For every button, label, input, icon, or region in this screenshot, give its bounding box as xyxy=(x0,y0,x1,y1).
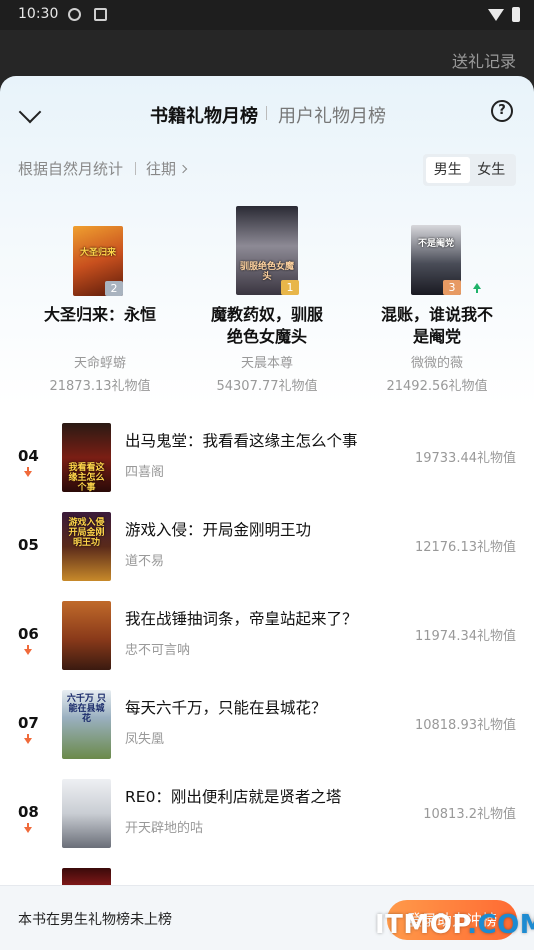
past-periods-link[interactable]: 往期 xyxy=(146,158,188,179)
gift-value: 10818.93礼物值 xyxy=(414,718,516,733)
gift-value: 19733.44礼物值 xyxy=(414,451,516,466)
book-title-line: 是阉党 xyxy=(412,327,461,346)
filter-bar: 根据自然月统计 往期 男生 女生 xyxy=(0,150,534,186)
cover-art xyxy=(62,601,111,670)
cover-title: 不是阉党 xyxy=(417,239,454,249)
list-item[interactable]: 08 RE0：刚出便利店就是贤者之塔 开天辟地的咕 10813.2礼物值 xyxy=(0,775,534,864)
book-title: RE0：刚出便利店就是贤者之塔 xyxy=(125,788,342,806)
gender-female-button[interactable]: 女生 xyxy=(470,157,514,183)
book-title: 游戏入侵：开局金刚明王功 xyxy=(125,521,312,539)
book-author: 忠不可言呐 xyxy=(125,643,191,658)
book-cover: 六千万 只能在县城花 xyxy=(62,690,111,759)
past-periods-label: 往期 xyxy=(146,160,177,178)
list-item[interactable]: 06 我在战锤抽词条，帝皇站起来了？ 忠不可言呐 11974.34礼物值 xyxy=(0,597,534,686)
book-title: 我在战锤抽词条，帝皇站起来了？ xyxy=(125,610,358,628)
status-time: 10:30 xyxy=(18,6,59,22)
chevron-right-icon xyxy=(178,164,188,174)
tab-book-gift-ranking[interactable]: 书籍礼物月榜 xyxy=(150,102,258,128)
wifi-icon xyxy=(488,9,504,21)
cover-title: 游戏入侵 开局金刚明王功 xyxy=(68,518,105,548)
watermark-text: ITMOP xyxy=(375,910,468,940)
cover-art: 我看看这缘主怎么个事 xyxy=(62,423,111,492)
battery-icon xyxy=(512,7,520,22)
gift-value: 10813.2礼物值 xyxy=(423,807,516,822)
cover-title: 六千万 只能在县城花 xyxy=(66,694,107,724)
book-author: 天晨本尊 xyxy=(240,356,293,371)
ranking-list: 04 我看看这缘主怎么个事 出马鬼堂：我看看这缘主怎么个事 四喜阁 19733.… xyxy=(0,419,534,950)
tab-user-gift-ranking[interactable]: 用户礼物月榜 xyxy=(278,102,386,128)
book-author: 四喜阁 xyxy=(125,465,165,480)
cover-title: 驯服绝色女魔头 xyxy=(239,262,294,282)
list-item[interactable]: 07 六千万 只能在县城花 每天六千万，只能在县城花？ 凤失凰 10818.93… xyxy=(0,686,534,775)
book-author: 微微的薇 xyxy=(410,356,463,371)
list-item[interactable]: 05 游戏入侵 开局金刚明王功 游戏入侵：开局金刚明王功 道不易 12176.1… xyxy=(0,508,534,597)
book-cover: 我看看这缘主怎么个事 xyxy=(62,423,111,492)
podium: 大圣归来 2 大圣归来：永恒 天命蜉蝣 21873.13礼物值 驯服绝色女魔头 … xyxy=(0,196,534,406)
cover-art: 游戏入侵 开局金刚明王功 xyxy=(62,512,111,581)
watermark: ITMOP.COM xyxy=(375,910,534,940)
book-cover xyxy=(62,779,111,848)
book-cover: 游戏入侵 开局金刚明王功 xyxy=(62,512,111,581)
app-notification-icon xyxy=(94,8,107,21)
rank-badge: 2 xyxy=(105,281,123,296)
rank-badge: 1 xyxy=(281,280,299,295)
gift-value: 12176.13礼物值 xyxy=(414,540,516,555)
book-title-line: 混账，谁说我不 xyxy=(380,305,493,324)
gift-record-link[interactable]: 送礼记录 xyxy=(452,48,516,72)
gift-value: 21873.13礼物值 xyxy=(49,379,151,394)
ranking-status-note: 本书在男生礼物榜未上榜 xyxy=(18,912,172,928)
status-bar: 10:30 xyxy=(0,0,534,30)
gift-value: 21492.56礼物值 xyxy=(386,379,488,394)
podium-item[interactable]: 驯服绝色女魔头 1 魔教药奴，驯服 绝色女魔头 天晨本尊 54307.77礼物值 xyxy=(197,196,337,406)
ranking-sheet: 书籍礼物月榜 用户礼物月榜 ? 根据自然月统计 往期 男生 女生 大圣归来 2 … xyxy=(0,76,534,950)
rank-number: 06 xyxy=(18,625,39,643)
list-item[interactable]: 04 我看看这缘主怎么个事 出马鬼堂：我看看这缘主怎么个事 四喜阁 19733.… xyxy=(0,419,534,508)
rank-number: 07 xyxy=(18,714,39,732)
trend-up-icon-stem xyxy=(476,289,478,293)
gift-value: 54307.77礼物值 xyxy=(216,379,318,394)
book-author: 开天辟地的咕 xyxy=(125,821,204,836)
book-title-line: 魔教药奴，驯服 xyxy=(210,305,323,324)
trend-down-icon xyxy=(24,649,32,655)
sheet-header: 书籍礼物月榜 用户礼物月榜 ? xyxy=(0,76,534,150)
trend-down-icon xyxy=(24,471,32,477)
book-title-line: 绝色女魔头 xyxy=(226,327,307,346)
podium-item[interactable]: 大圣归来 2 大圣归来：永恒 天命蜉蝣 21873.13礼物值 xyxy=(30,196,170,406)
book-title: 混账，谁说我不 是阉党 xyxy=(367,304,507,348)
app-notification-icon xyxy=(68,8,81,21)
book-cover xyxy=(62,601,111,670)
cover-title: 大圣归来 xyxy=(79,248,116,258)
rank-number: 05 xyxy=(18,536,39,554)
cover-title: 我看看这缘主怎么个事 xyxy=(68,463,105,492)
gender-toggle: 男生 女生 xyxy=(423,154,516,186)
trend-down-icon xyxy=(24,738,32,744)
book-title: 大圣归来：永恒 xyxy=(30,304,170,326)
tab-divider xyxy=(266,106,267,120)
book-author: 凤失凰 xyxy=(125,732,165,747)
gender-male-button[interactable]: 男生 xyxy=(426,157,470,183)
filter-divider xyxy=(135,162,136,175)
watermark-text: .COM xyxy=(467,910,534,940)
book-author: 天命蜉蝣 xyxy=(73,356,126,371)
book-author: 道不易 xyxy=(125,554,165,569)
book-title: 出马鬼堂：我看看这缘主怎么个事 xyxy=(125,432,358,450)
help-icon[interactable]: ? xyxy=(491,100,513,122)
cover-art: 六千万 只能在县城花 xyxy=(62,690,111,759)
book-title: 魔教药奴，驯服 绝色女魔头 xyxy=(197,304,337,348)
rank-badge: 3 xyxy=(443,280,461,295)
collapse-chevron-icon[interactable] xyxy=(18,100,42,124)
trend-down-icon xyxy=(24,827,32,833)
podium-item[interactable]: 不是阉党 3 混账，谁说我不 是阉党 微微的薇 21492.56礼物值 xyxy=(367,196,507,406)
rank-number: 04 xyxy=(18,447,39,465)
gift-value: 11974.34礼物值 xyxy=(414,629,516,644)
stat-basis-label: 根据自然月统计 xyxy=(18,160,124,178)
book-title: 每天六千万，只能在县城花？ xyxy=(125,699,327,717)
cover-art xyxy=(62,779,111,848)
book-title-line: 大圣归来：永恒 xyxy=(43,305,156,324)
rank-number: 08 xyxy=(18,803,39,821)
